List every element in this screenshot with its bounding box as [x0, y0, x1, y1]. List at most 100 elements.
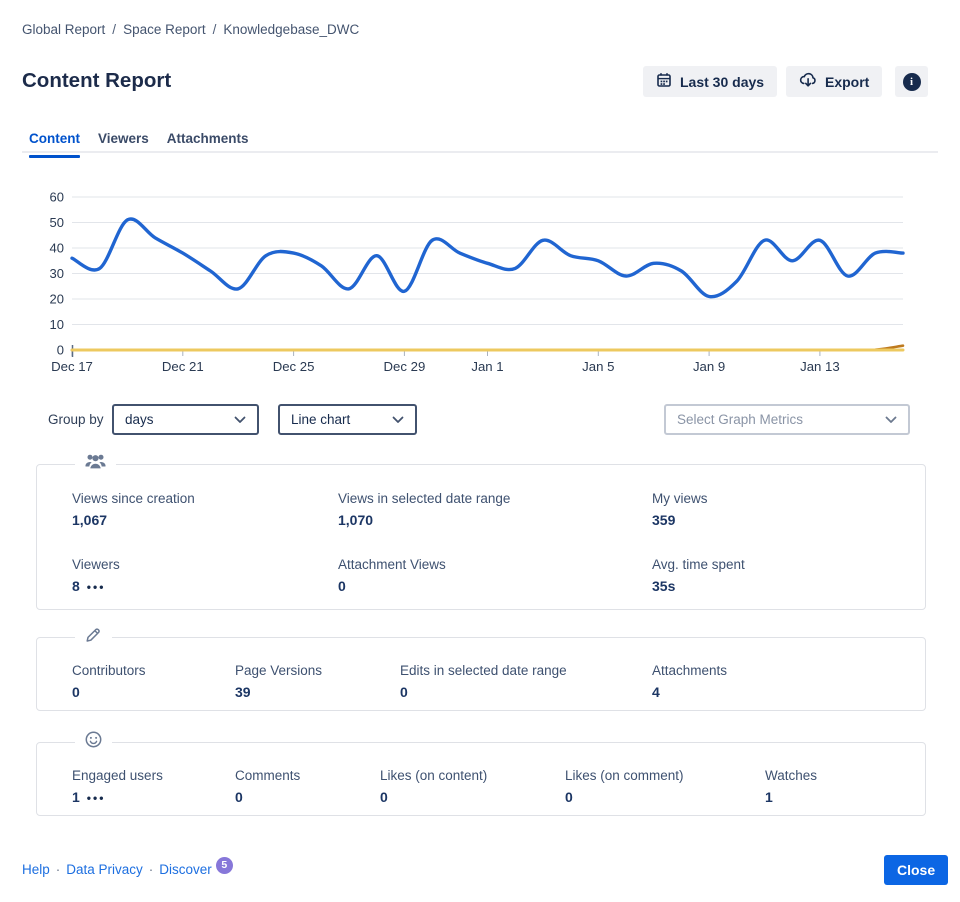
people-icon: [75, 452, 116, 471]
export-button[interactable]: Export: [786, 66, 882, 97]
viewers-more-button[interactable]: •••: [87, 580, 106, 594]
stat-contributors: Contributors0: [72, 663, 235, 700]
stat-label: Views in selected date range: [338, 491, 652, 506]
chevron-down-icon: [234, 412, 246, 427]
svg-text:50: 50: [50, 215, 64, 230]
tab-attachments[interactable]: Attachments: [167, 131, 249, 152]
svg-text:Dec 17: Dec 17: [51, 359, 93, 374]
stat-label: Page Versions: [235, 663, 400, 678]
tab-content[interactable]: Content: [29, 131, 80, 152]
svg-text:10: 10: [50, 317, 64, 332]
svg-text:Jan 5: Jan 5: [582, 359, 614, 374]
data-privacy-link[interactable]: Data Privacy: [66, 862, 143, 877]
svg-text:40: 40: [50, 241, 64, 256]
close-button[interactable]: Close: [884, 855, 948, 885]
svg-text:0: 0: [57, 343, 64, 358]
stat-label: Engaged users: [72, 768, 235, 783]
svg-text:Jan 9: Jan 9: [693, 359, 725, 374]
svg-text:30: 30: [50, 266, 64, 281]
stat-card-views: Views since creation1,067Views in select…: [36, 464, 926, 610]
stat-value: 0: [400, 684, 408, 700]
cloud-download-icon: [799, 72, 817, 91]
breadcrumb-item-space-report[interactable]: Space Report: [123, 22, 206, 37]
stat-card-engagement: Engaged users1•••Comments0Likes (on cont…: [36, 742, 926, 816]
stat-value: 4: [652, 684, 660, 700]
svg-text:20: 20: [50, 292, 64, 307]
svg-text:Dec 25: Dec 25: [273, 359, 315, 374]
breadcrumb-item-knowledgebase-dwc[interactable]: Knowledgebase_DWC: [223, 22, 359, 37]
export-label: Export: [825, 74, 869, 90]
svg-text:60: 60: [50, 190, 64, 205]
stat-card-edits: Contributors0Page Versions39Edits in sel…: [36, 637, 926, 711]
info-icon: i: [903, 73, 921, 91]
breadcrumb-item-global-report[interactable]: Global Report: [22, 22, 105, 37]
date-range-button[interactable]: Last 30 days: [643, 66, 777, 97]
svg-text:Dec 29: Dec 29: [384, 359, 426, 374]
tab-bar: Content Viewers Attachments: [29, 131, 249, 152]
stat-likes-on-comment: Likes (on comment) 0: [565, 768, 765, 805]
breadcrumb-separator: /: [213, 22, 217, 37]
stat-label: Likes (on comment): [565, 768, 765, 783]
help-link[interactable]: Help: [22, 862, 50, 877]
pencil-icon: [75, 625, 112, 644]
chart-type-select[interactable]: Line chart: [278, 404, 417, 435]
stat-watches: Watches 1: [765, 768, 909, 805]
stat-value: 1: [765, 789, 773, 805]
stat-my-views: My views 359: [652, 491, 909, 528]
chart-type-value: Line chart: [291, 412, 350, 427]
chevron-down-icon: [885, 412, 897, 427]
stat-value: 0: [380, 789, 388, 805]
group-by-select[interactable]: days: [112, 404, 259, 435]
content-views-chart: 0 10 20 30 40 50 60 Dec 17 Dec 21 Dec 25 Dec 29 Jan…: [0, 184, 960, 384]
group-by-label: Group by: [48, 404, 104, 435]
stat-value: 1: [72, 789, 80, 805]
graph-metrics-select[interactable]: Select Graph Metrics: [664, 404, 910, 435]
tabs-divider: [22, 151, 938, 153]
calendar-icon: [656, 72, 672, 91]
svg-text:Dec 21: Dec 21: [162, 359, 204, 374]
stat-value: 35s: [652, 578, 675, 594]
stat-value: 0: [338, 578, 346, 594]
engaged-users-more-button[interactable]: •••: [87, 791, 106, 805]
graph-metrics-placeholder: Select Graph Metrics: [677, 412, 803, 427]
stat-label: Comments: [235, 768, 380, 783]
stat-avg-time-spent: Avg. time spent 35s: [652, 557, 909, 594]
stat-label: Likes (on content): [380, 768, 565, 783]
stat-label: Edits in selected date range: [400, 663, 652, 678]
discover-badge[interactable]: 5: [216, 857, 233, 874]
svg-text:Jan 13: Jan 13: [800, 359, 840, 374]
footer-links: Help·Data Privacy·Discover5: [22, 862, 233, 880]
stat-value: 39: [235, 684, 251, 700]
stat-value: 0: [235, 789, 243, 805]
stat-likes-on-content: Likes (on content) 0: [380, 768, 565, 805]
stat-label: Attachments: [652, 663, 909, 678]
stat-attachments: Attachments 4: [652, 663, 909, 700]
stat-viewers: Viewers8•••: [72, 557, 338, 594]
group-by-value: days: [125, 412, 154, 427]
stat-value: 359: [652, 512, 675, 528]
footer-separator: ·: [149, 862, 154, 877]
stat-attachment-views: Attachment Views 0: [338, 557, 652, 594]
breadcrumb: Global Report / Space Report / Knowledgebase…: [22, 22, 359, 37]
svg-text:Jan 1: Jan 1: [471, 359, 503, 374]
stat-label: Avg. time spent: [652, 557, 909, 572]
page-title: Content Report: [22, 69, 171, 93]
stat-label: My views: [652, 491, 909, 506]
stat-views-in-selected-date-range: Views in selected date range 1,070: [338, 491, 652, 528]
discover-link[interactable]: Discover: [159, 862, 212, 877]
stat-label: Contributors: [72, 663, 235, 678]
stat-value: 8: [72, 578, 80, 594]
breadcrumb-separator: /: [112, 22, 116, 37]
stat-edits-in-selected-date-range: Edits in selected date range 0: [400, 663, 652, 700]
stat-comments: Comments 0: [235, 768, 380, 805]
stat-views-since-creation: Views since creation1,067: [72, 491, 338, 528]
info-button[interactable]: i: [895, 66, 928, 97]
chevron-down-icon: [392, 412, 404, 427]
stat-label: Attachment Views: [338, 557, 652, 572]
stat-value: 1,070: [338, 512, 373, 528]
stat-label: Watches: [765, 768, 909, 783]
stat-label: Views since creation: [72, 491, 338, 506]
stat-value: 0: [565, 789, 573, 805]
stat-page-versions: Page Versions 39: [235, 663, 400, 700]
tab-viewers[interactable]: Viewers: [98, 131, 149, 152]
